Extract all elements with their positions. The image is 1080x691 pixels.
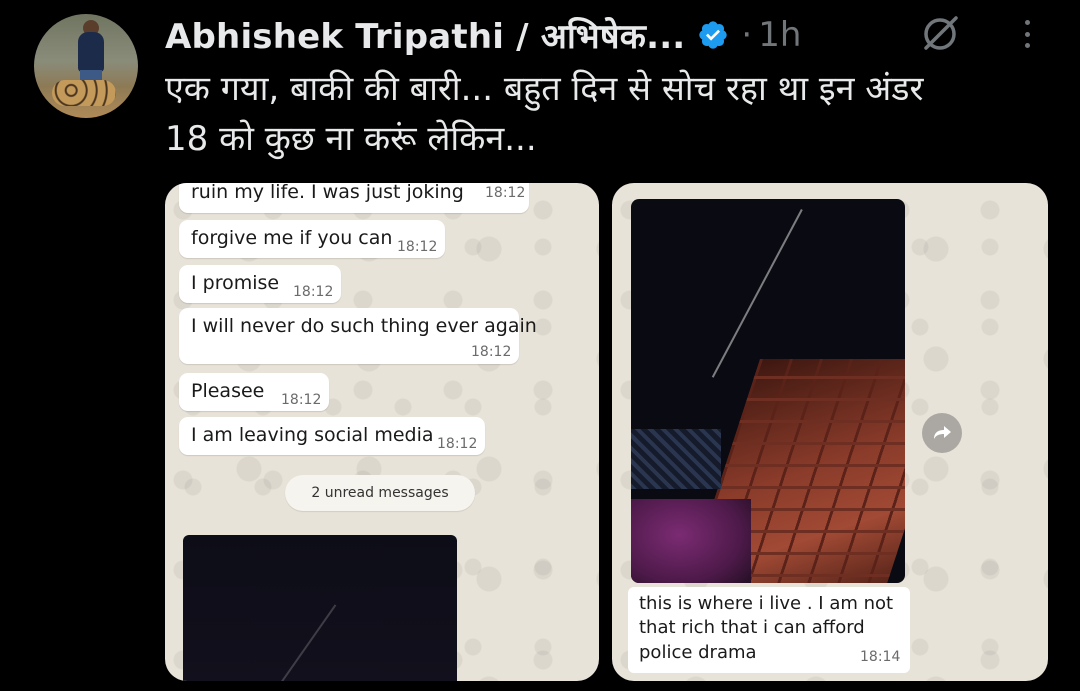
caption-line: that rich that i can afford [639,617,865,638]
chat-message-time: 18:12 [471,344,512,360]
caption-line: police drama [639,642,757,663]
caption-line: this is where i live . I am not [639,593,894,614]
chat-message-time: 18:12 [397,239,438,255]
chat-bubble: ruin my life. I was just joking 18:12 [179,183,529,213]
chat-bubble: Pleasee 18:12 [179,373,329,411]
tweet-time[interactable]: 1h [758,15,801,55]
tweet-text-line: 18 को कुछ ना करूं लेकिन... [165,119,537,159]
avatar-cheetah [52,80,116,106]
purple-cloth [631,499,751,583]
chat-bubble: I am leaving social media 18:12 [179,417,485,455]
blanket [631,429,721,489]
tweet-header: Abhishek Tripathi / अभिषेक... · 1h [165,12,801,58]
more-dot [1024,31,1030,37]
tweet-text-line: एक गया, बाकी की बारी... बहुत दिन से सोच … [165,69,924,109]
more-dot [1024,43,1030,48]
avatar-figure [78,32,104,72]
chat-photo-dark [183,535,457,681]
chat-message-time: 18:12 [293,284,334,300]
grok-icon[interactable] [918,12,962,56]
chat-message-time: 18:12 [437,436,478,452]
chat-message-text: forgive me if you can [191,227,393,249]
chat-message-time: 18:12 [281,392,322,408]
forward-icon[interactable] [922,413,962,453]
verified-badge-icon[interactable] [697,19,729,51]
chat-photo-room [631,199,905,583]
chat-message-text: Pleasee [191,380,265,402]
tweet-text: एक गया, बाकी की बारी... बहुत दिन से सोच … [165,64,1055,164]
hanging-wire [711,209,803,378]
tweet-separator: · [741,15,753,55]
chat-message-time: 18:12 [485,185,526,201]
caption-time: 18:14 [860,649,901,665]
unread-messages-banner: 2 unread messages [285,475,475,511]
chat-message-text: ruin my life. I was just joking [191,183,464,203]
author-name[interactable]: Abhishek Tripathi / अभिषेक... [165,12,685,58]
forward-arrow-glyph [934,426,951,439]
chat-message-text: I am leaving social media [191,424,434,446]
more-dot [1024,20,1030,25]
media-image-room[interactable]: this is where i live . I am not that ric… [612,183,1048,681]
media-image-chat[interactable]: ruin my life. I was just joking 18:12 fo… [165,183,599,681]
photo-caption-bubble: this is where i live . I am not that ric… [628,587,910,673]
chat-message-text: I will never do such thing ever again [191,315,537,337]
chat-message-text: I promise [191,272,280,294]
author-avatar[interactable] [34,14,138,118]
chat-bubble: I will never do such thing ever again 18… [179,308,537,364]
chat-bubble: forgive me if you can 18:12 [179,220,445,258]
chat-bubble: I promise 18:12 [179,265,341,303]
more-options-icon[interactable] [1012,14,1042,54]
